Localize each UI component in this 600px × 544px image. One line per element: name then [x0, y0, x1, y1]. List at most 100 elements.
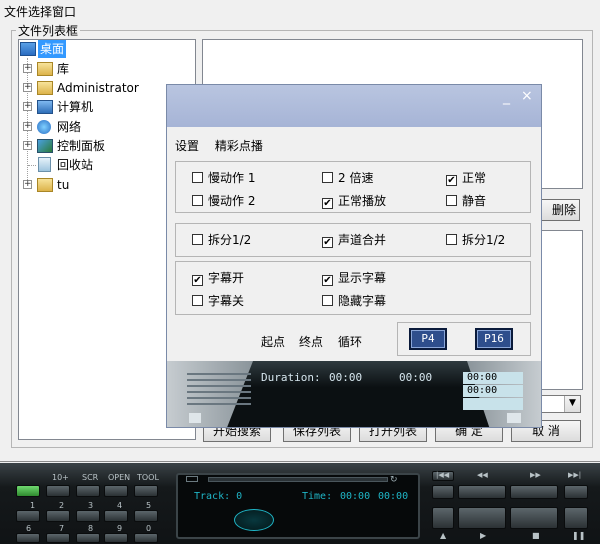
checkbox-box[interactable] [322, 172, 333, 183]
next-track-button[interactable] [564, 485, 588, 499]
forward-button[interactable] [510, 485, 558, 499]
checkbox-box[interactable]: ✔ [322, 237, 333, 248]
prev-track-icon: |◀◀ [436, 471, 450, 479]
forward-icon: ▶▶ [530, 471, 541, 479]
play-icon: ▶ [480, 531, 487, 540]
speed-2x-checkbox[interactable]: 2 倍速 [322, 170, 373, 186]
eject-icon[interactable] [186, 476, 198, 482]
play-button[interactable] [458, 507, 506, 529]
checkbox-box[interactable] [192, 172, 203, 183]
checkbox-box[interactable] [446, 195, 457, 206]
checkbox-box[interactable] [322, 295, 333, 306]
checkbox-box[interactable]: ✔ [322, 198, 333, 209]
num-label-4: 4 [117, 501, 123, 510]
delete-button[interactable]: 删除 [536, 199, 580, 221]
checkbox-box[interactable]: ✔ [322, 275, 333, 286]
menu-icon[interactable] [507, 413, 521, 423]
tree-item-label: 计算机 [57, 100, 94, 114]
chevron-down-icon[interactable]: ▼ [564, 396, 580, 412]
num-label-6: 6 [26, 524, 32, 533]
resize-icon[interactable] [189, 413, 201, 423]
tree-item-label: 控制面板 [57, 139, 106, 153]
aux-button[interactable] [432, 485, 454, 499]
show-subtitle-checkbox[interactable]: ✔ 显示字幕 [322, 270, 386, 286]
normal-play-checkbox[interactable]: ✔ 正常播放 [322, 193, 386, 209]
window-title: 文件选择窗口 [4, 5, 77, 19]
desktop-icon [20, 42, 36, 56]
repeat-icon[interactable]: ↻ [390, 475, 398, 485]
hide-subtitle-checkbox[interactable]: 隐藏字幕 [322, 293, 386, 309]
key-label-tool: TOOL [137, 473, 159, 482]
expand-plus-icon[interactable]: + [23, 141, 32, 150]
num-key-9[interactable] [104, 533, 128, 543]
loop-label[interactable]: 循环 [338, 333, 362, 350]
checkbox-box[interactable] [192, 295, 203, 306]
checkbox-box[interactable]: ✔ [192, 275, 203, 286]
num-label-2: 2 [59, 501, 65, 510]
checkbox-box[interactable] [446, 234, 457, 245]
rewind-button[interactable] [458, 485, 506, 499]
end-point-label[interactable]: 终点 [299, 333, 323, 350]
stop-button[interactable] [510, 507, 558, 529]
num-key-2[interactable] [46, 510, 70, 522]
p4-button[interactable]: P4 [409, 328, 447, 350]
player-display: ↻ Track: 0 Time: 00:00 00:00 [176, 473, 420, 539]
checkbox-box[interactable] [192, 195, 203, 206]
normal-checkbox[interactable]: ✔ 正常 [446, 170, 486, 186]
tree-item-label: tu [57, 178, 70, 192]
num-key-1[interactable] [16, 510, 40, 522]
split-right-checkbox[interactable]: 拆分1/2 [446, 232, 505, 248]
tree-item-label: 网络 [57, 120, 82, 134]
expand-plus-icon[interactable]: + [23, 64, 32, 73]
num-key-4[interactable] [104, 510, 128, 522]
subtitle-on-checkbox[interactable]: ✔ 字幕开 [192, 270, 244, 286]
num-key-8[interactable] [76, 533, 100, 543]
expand-plus-icon[interactable]: + [23, 180, 32, 189]
start-point-label[interactable]: 起点 [261, 333, 285, 350]
num-key-0[interactable] [134, 533, 158, 543]
expand-plus-icon[interactable]: + [23, 83, 32, 92]
user-folder-icon [37, 81, 53, 95]
slow2-checkbox[interactable]: 慢动作 2 [192, 193, 255, 209]
key-tool[interactable] [134, 485, 158, 497]
split-left-checkbox[interactable]: 拆分1/2 [192, 232, 251, 248]
subtitle-off-checkbox[interactable]: 字幕关 [192, 293, 244, 309]
stop-icon: ■ [532, 531, 540, 540]
tree-item-label: Administrator [57, 81, 139, 95]
expand-plus-icon[interactable]: + [23, 122, 32, 131]
key-label-10plus: 10+ [52, 473, 69, 482]
checkbox-box[interactable]: ✔ [446, 175, 457, 186]
duration-value: 00:00 [329, 371, 363, 384]
control-panel-icon [37, 139, 53, 153]
network-icon [37, 120, 51, 134]
pause-button[interactable] [564, 507, 588, 529]
minimize-icon[interactable]: _ [503, 89, 510, 105]
num-key-7[interactable] [46, 533, 70, 543]
pause-icon: ❚❚ [572, 531, 586, 540]
time-label: Time: [302, 491, 333, 502]
library-icon [37, 62, 53, 76]
expand-plus-icon[interactable]: + [23, 102, 32, 111]
p16-button[interactable]: P16 [475, 328, 513, 350]
popup-header [167, 85, 541, 127]
mute-checkbox[interactable]: 静音 [446, 193, 486, 209]
key-open[interactable] [104, 485, 128, 497]
num-key-5[interactable] [134, 510, 158, 522]
close-icon[interactable]: × [521, 88, 533, 104]
slow1-checkbox[interactable]: 慢动作 1 [192, 170, 255, 186]
num-key-3[interactable] [76, 510, 100, 522]
eject-button[interactable] [432, 507, 454, 529]
tab-highlights[interactable]: 精彩点播 [215, 139, 263, 153]
power-button[interactable] [16, 485, 40, 497]
tab-settings[interactable]: 设置 [175, 139, 199, 153]
key-10plus[interactable] [46, 485, 70, 497]
time-current: 00:00 [340, 491, 371, 502]
num-key-6[interactable] [16, 533, 40, 543]
seek-slider[interactable] [208, 477, 388, 482]
computer-icon [37, 100, 53, 114]
channel-merge-checkbox[interactable]: ✔ 声道合并 [322, 232, 386, 248]
key-scr[interactable] [76, 485, 100, 497]
tree-item-label: 桌面 [38, 40, 67, 58]
player-mini-strip: Duration: 00:00 00:00 00:00 00:00 [167, 361, 541, 427]
checkbox-box[interactable] [192, 234, 203, 245]
